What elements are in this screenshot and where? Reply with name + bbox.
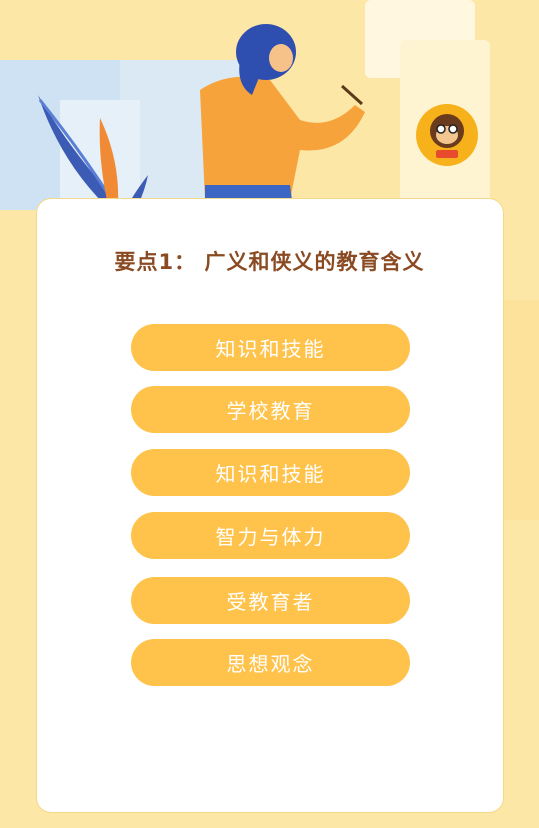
option-button[interactable]: 知识和技能	[131, 324, 410, 371]
option-button[interactable]: 思想观念	[131, 639, 410, 686]
content-card	[37, 199, 503, 812]
monkey-mascot-logo-icon	[416, 104, 478, 166]
option-button[interactable]: 知识和技能	[131, 449, 410, 496]
option-button[interactable]: 受教育者	[131, 577, 410, 624]
option-button[interactable]: 学校教育	[131, 386, 410, 433]
bg-stripe	[500, 300, 539, 520]
option-button[interactable]: 智力与体力	[131, 512, 410, 559]
card-title: 要点1： 广义和侠义的教育含义	[114, 250, 425, 274]
